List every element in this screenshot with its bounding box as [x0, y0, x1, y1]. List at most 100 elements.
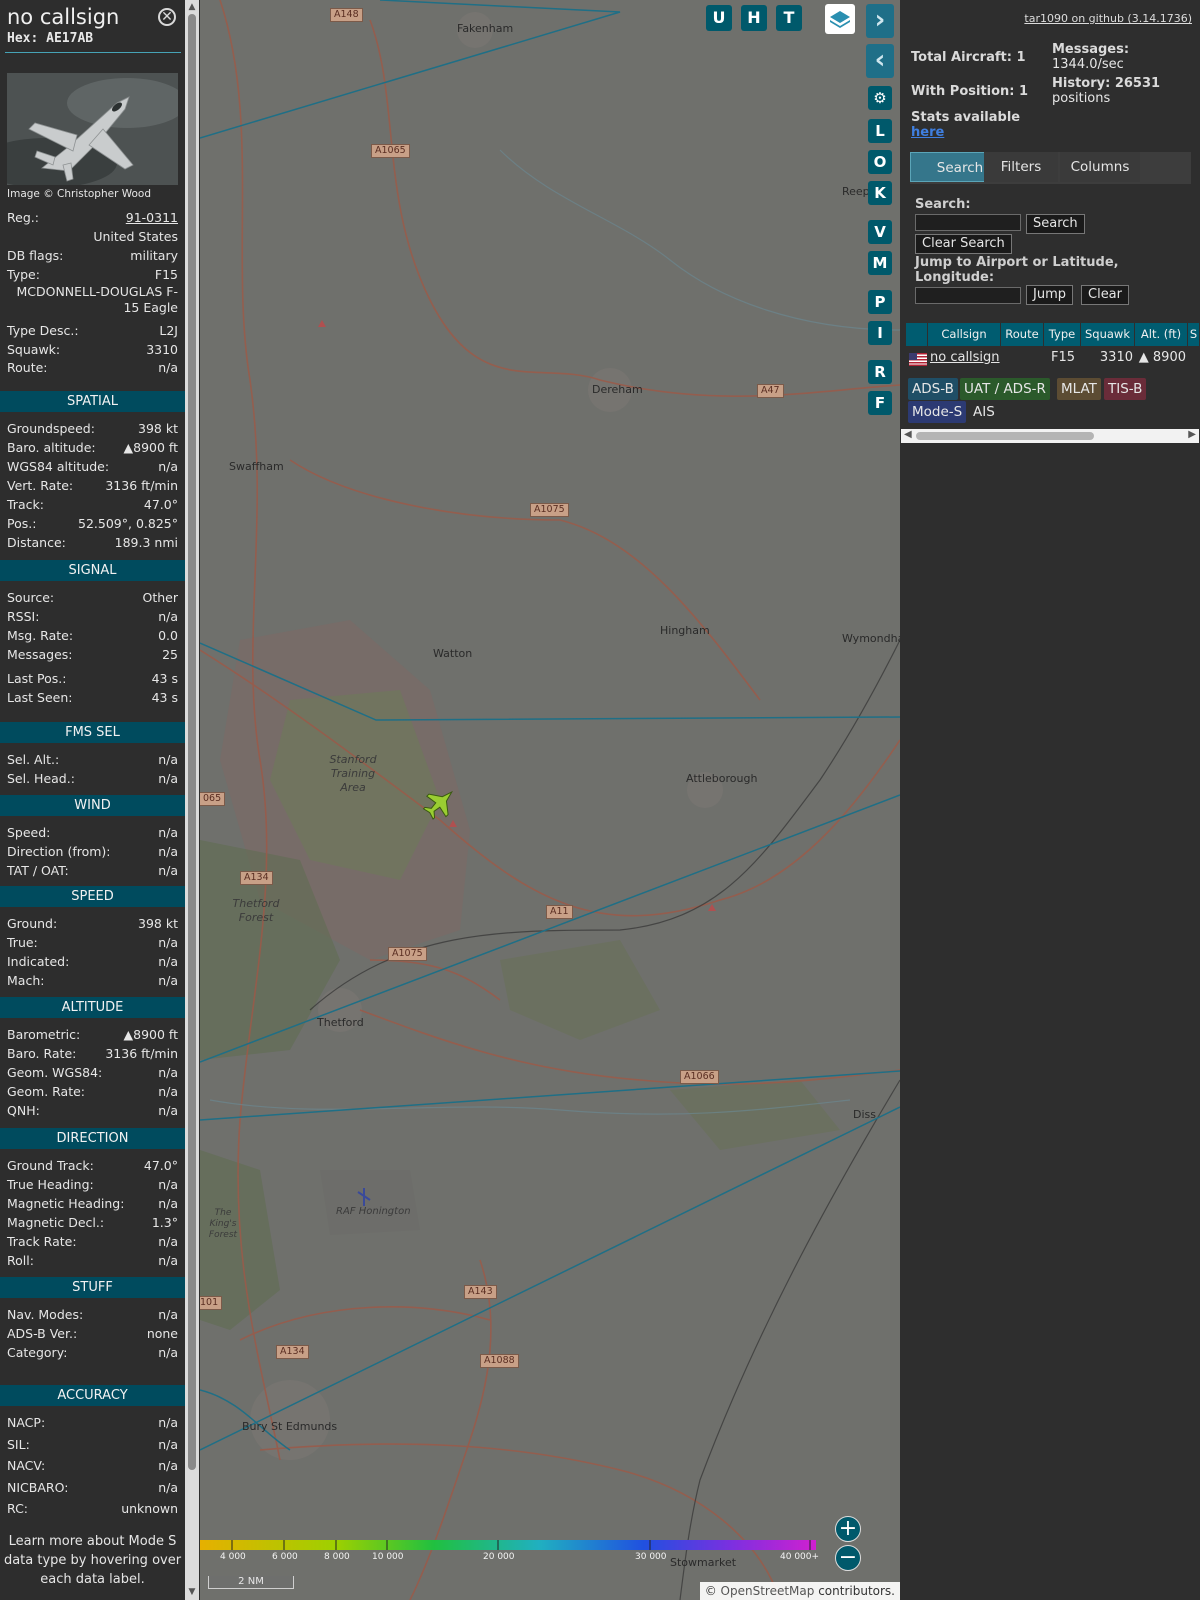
aircraft-list-panel: tar1090 on github (3.14.1736) Total Airc… — [900, 0, 1200, 1600]
altitude-legend-label: 20 000 — [483, 1552, 515, 1562]
layers-button[interactable] — [825, 4, 855, 34]
prev-aircraft-button[interactable]: ‹ — [866, 44, 894, 78]
detail-label: Type Desc.: — [7, 323, 79, 338]
section-header-direction[interactable]: DIRECTION — [0, 1128, 185, 1149]
search-button[interactable]: Search — [1026, 214, 1085, 234]
table-header-squawk[interactable]: Squawk — [1081, 323, 1135, 346]
detail-value: n/a — [158, 825, 178, 840]
toggle-v-button[interactable]: V — [868, 220, 892, 244]
next-aircraft-button[interactable]: › — [866, 4, 894, 38]
section-header-wind[interactable]: WIND — [0, 795, 185, 816]
table-header-speed[interactable]: S — [1188, 323, 1200, 346]
zoom-out-button[interactable]: − — [835, 1545, 861, 1571]
scroll-left-arrow[interactable]: ◀ — [904, 429, 912, 440]
scroll-right-arrow[interactable]: ▶ — [1188, 429, 1196, 440]
toggle-t-button[interactable]: T — [776, 5, 802, 31]
toggle-p-button[interactable]: P — [868, 290, 892, 314]
aircraft-photo[interactable] — [7, 73, 178, 185]
map-label-raf-honington: RAF Honington — [336, 1206, 411, 1217]
detail-label: Track: — [7, 497, 44, 512]
road-label: A1088 — [480, 1354, 519, 1368]
jump-button[interactable]: Jump — [1026, 285, 1073, 305]
toggle-k-button[interactable]: K — [868, 181, 892, 205]
table-header-altitude[interactable]: Alt. (ft) — [1135, 323, 1188, 346]
detail-value: n/a — [158, 1177, 178, 1192]
detail-value: 25 — [162, 647, 178, 662]
map-scale-bar: 2 NM — [208, 1576, 294, 1589]
detail-value: United States — [93, 229, 178, 244]
stats-here-link[interactable]: here — [911, 125, 944, 140]
detail-row-last-seen: Last Seen: 43 s — [7, 688, 178, 707]
stats-available: Stats available here — [911, 110, 1020, 140]
jump-label: Jump to Airport or Latitude, Longitude: — [915, 255, 1119, 285]
row-altitude: ▲ 8900 — [1138, 350, 1186, 365]
toggle-o-button[interactable]: O — [868, 150, 892, 174]
table-horizontal-scrollbar[interactable]: ◀ ▶ — [901, 429, 1199, 443]
photo-credit: Image © Christopher Wood — [7, 188, 152, 200]
table-scrollbar-thumb[interactable] — [916, 432, 1094, 440]
gear-icon: ⚙ — [873, 89, 887, 107]
row-callsign[interactable]: no callsign — [930, 349, 1000, 367]
settings-button[interactable]: ⚙ — [868, 86, 892, 110]
map-label-watton: Watton — [433, 647, 473, 660]
detail-value: n/a — [158, 935, 178, 950]
table-header-callsign[interactable]: Callsign — [928, 323, 1001, 346]
detail-value: 398 kt — [138, 916, 178, 931]
detail-value: 43 s — [151, 690, 178, 705]
detail-row-roll: Roll: n/a — [7, 1251, 178, 1270]
github-link[interactable]: tar1090 on github (3.14.1736) — [1024, 12, 1192, 25]
detail-row-messages: Messages: 25 — [7, 645, 178, 664]
road-label: A143 — [464, 1285, 497, 1299]
tab-columns[interactable]: Columns — [1060, 152, 1140, 182]
detail-label: Squawk: — [7, 342, 61, 357]
jump-input[interactable] — [915, 287, 1021, 304]
section-header-accuracy[interactable]: ACCURACY — [0, 1385, 185, 1406]
toggle-l-button[interactable]: L — [868, 119, 892, 143]
toggle-i-button[interactable]: I — [868, 321, 892, 345]
table-header-route[interactable]: Route — [1001, 323, 1044, 346]
detail-row-barometric: Barometric: ▲8900 ft — [7, 1025, 178, 1044]
aircraft-callsign-title: no callsign — [7, 5, 120, 29]
zoom-in-button[interactable]: + — [835, 1516, 861, 1542]
detail-row-baro-rate: Baro. Rate: 3136 ft/min — [7, 1044, 178, 1063]
registration-link[interactable]: 91-0311 — [126, 208, 178, 227]
toggle-f-button[interactable]: F — [868, 391, 892, 415]
detail-label: Vert. Rate: — [7, 478, 74, 493]
scroll-up-arrow[interactable]: ▲ — [188, 3, 196, 12]
section-header-altitude[interactable]: ALTITUDE — [0, 997, 185, 1018]
tab-filters[interactable]: Filters — [984, 152, 1058, 182]
search-input[interactable] — [915, 214, 1021, 231]
toggle-m-button[interactable]: M — [868, 251, 892, 275]
toggle-h-button[interactable]: H — [741, 5, 767, 31]
learn-more-text: Learn more about Mode S data type by hov… — [3, 1534, 182, 1587]
detail-label: TAT / OAT: — [7, 863, 69, 878]
detail-label: Geom. WGS84: — [7, 1065, 103, 1080]
detail-value: n/a — [158, 863, 178, 878]
table-header-flag[interactable] — [906, 323, 928, 346]
toggle-u-button[interactable]: U — [706, 5, 732, 31]
section-header-stuff[interactable]: STUFF — [0, 1277, 185, 1298]
section-header-fms-sel[interactable]: FMS SEL — [0, 722, 185, 743]
map-view[interactable]: Fakenham Dereham Swaffham Hingham Watton… — [200, 0, 900, 1600]
clear-search-button[interactable]: Clear Search — [915, 234, 1012, 254]
altitude-legend-label: 30 000 — [635, 1552, 667, 1562]
table-header-type[interactable]: Type — [1044, 323, 1081, 346]
detail-label: Last Pos.: — [7, 671, 67, 686]
toggle-r-button[interactable]: R — [868, 360, 892, 384]
openstreetmap-link[interactable]: OpenStreetMap — [721, 1584, 815, 1598]
map-label-kings-forest: The King's Forest — [208, 1208, 238, 1240]
detail-row-sel-alt: Sel. Alt.: n/a — [7, 750, 178, 769]
detail-row-indicated: Indicated: n/a — [7, 952, 178, 971]
detail-value: 52.509°, 0.825° — [78, 516, 178, 531]
chevron-right-icon: › — [874, 5, 886, 35]
sidebar-scrollbar-thumb[interactable] — [188, 14, 196, 1470]
section-header-spatial[interactable]: SPATIAL — [0, 391, 185, 412]
detail-value: 189.3 nmi — [114, 535, 178, 550]
section-header-signal[interactable]: SIGNAL — [0, 560, 185, 581]
detail-row-sil: SIL: n/a — [7, 1435, 178, 1454]
clear-jump-button[interactable]: Clear — [1081, 285, 1129, 305]
scroll-down-arrow[interactable]: ▼ — [188, 1588, 196, 1597]
close-icon[interactable]: ✕ — [158, 8, 176, 26]
detail-row-value: United States — [7, 227, 178, 246]
section-header-speed[interactable]: SPEED — [0, 886, 185, 907]
